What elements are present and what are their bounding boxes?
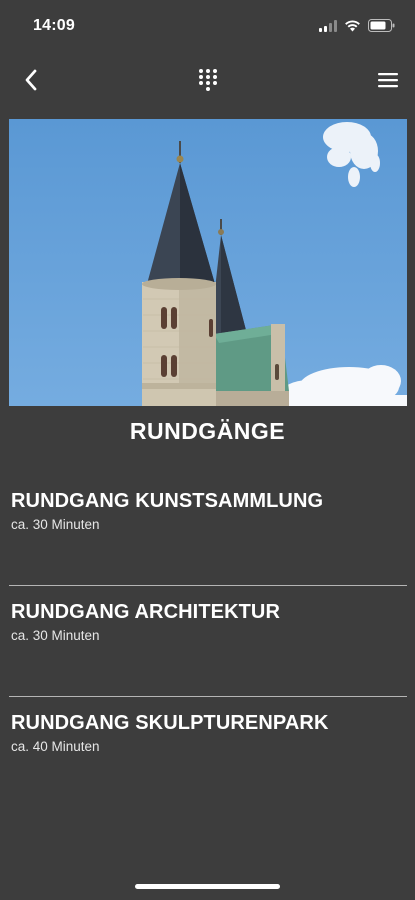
keypad-button[interactable] bbox=[195, 66, 221, 94]
navigation-bar bbox=[0, 54, 415, 106]
back-button[interactable] bbox=[18, 66, 44, 94]
tour-title: RUNDGANG ARCHITEKTUR bbox=[11, 601, 281, 623]
tour-item-skulpturenpark[interactable]: RUNDGANG SKULPTURENPARK ca. 40 Minuten bbox=[0, 697, 415, 808]
status-time: 14:09 bbox=[33, 17, 75, 34]
tour-duration: ca. 30 Minuten bbox=[11, 517, 100, 532]
chevron-left-icon bbox=[25, 69, 37, 91]
wifi-icon bbox=[344, 19, 361, 32]
hamburger-menu-icon bbox=[378, 73, 398, 88]
app-screen: 14:09 RUNDGÄNGE RUNDGANG KUNSTSAMMLUNG c… bbox=[0, 0, 415, 900]
hero-image bbox=[9, 119, 407, 406]
menu-button[interactable] bbox=[375, 66, 401, 94]
tour-list: RUNDGANG KUNSTSAMMLUNG ca. 30 Minuten RU… bbox=[0, 475, 415, 808]
tour-item-architektur[interactable]: RUNDGANG ARCHITEKTUR ca. 30 Minuten bbox=[0, 586, 415, 697]
tour-title: RUNDGANG SKULPTURENPARK bbox=[11, 712, 329, 734]
page-title: RUNDGÄNGE bbox=[129, 418, 286, 444]
church-towers-photo bbox=[9, 119, 407, 406]
tour-title: RUNDGANG KUNSTSAMMLUNG bbox=[11, 490, 324, 512]
status-bar: 14:09 bbox=[0, 0, 415, 54]
status-icons bbox=[319, 19, 395, 32]
home-indicator[interactable] bbox=[135, 884, 280, 889]
battery-icon bbox=[368, 19, 395, 32]
cellular-signal-icon bbox=[319, 19, 337, 32]
tour-item-kunstsammlung[interactable]: RUNDGANG KUNSTSAMMLUNG ca. 30 Minuten bbox=[0, 475, 415, 586]
tour-duration: ca. 40 Minuten bbox=[11, 739, 100, 754]
keypad-icon bbox=[199, 69, 217, 91]
tour-duration: ca. 30 Minuten bbox=[11, 628, 100, 643]
